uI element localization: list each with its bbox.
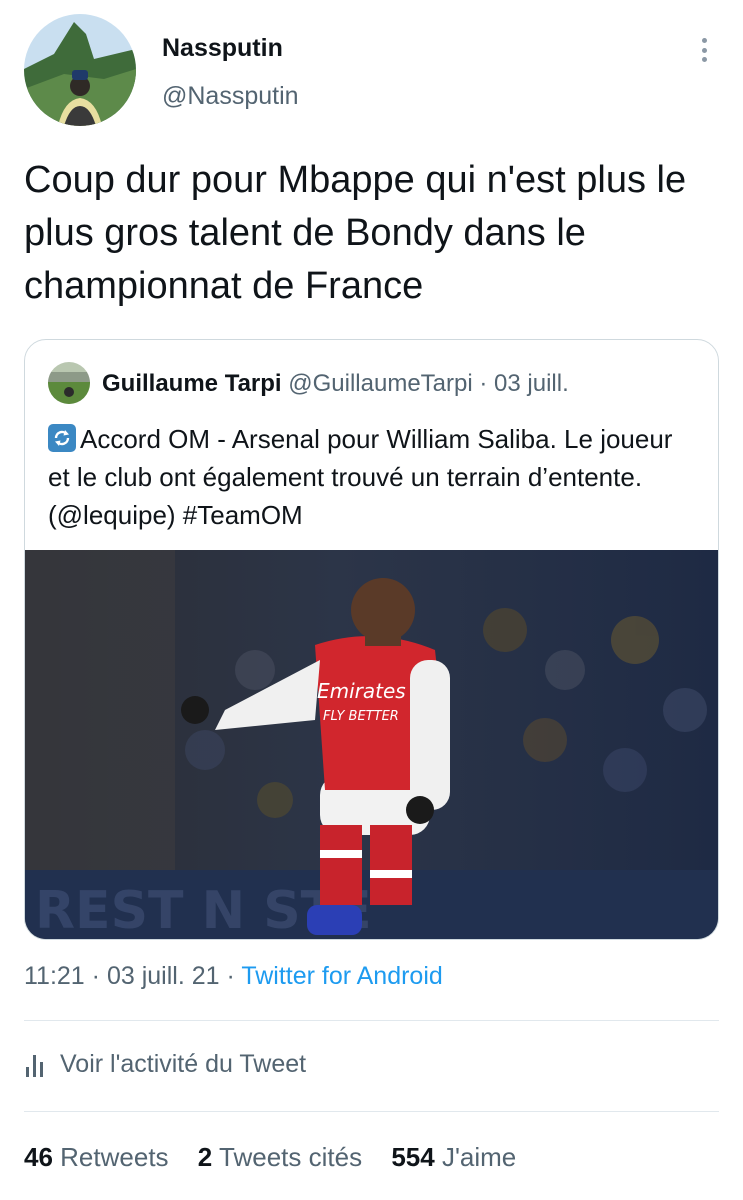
likes-stat[interactable]: 554 J'aime: [391, 1142, 516, 1172]
retweets-stat[interactable]: 46 Retweets: [24, 1142, 169, 1172]
tweet-time[interactable]: 11:21: [24, 962, 85, 990]
quoted-author-name[interactable]: Guillaume Tarpi: [102, 370, 282, 397]
author-avatar[interactable]: [24, 14, 136, 126]
tweet-text: Coup dur pour Mbappe qui n'est plus le p…: [24, 159, 687, 307]
author-name[interactable]: Nassputin: [162, 34, 283, 63]
quoted-tweet-photo[interactable]: REST N STE Emirates FLY BETTER: [25, 550, 718, 939]
quoted-tweet[interactable]: Guillaume Tarpi @GuillaumeTarpi · 03 jui…: [24, 339, 719, 940]
more-options-icon[interactable]: [689, 34, 719, 66]
quote-tweets-count: 2: [197, 1142, 213, 1172]
tweet-meta: 11:21 · 03 juill. 21 · Twitter for Andro…: [24, 962, 443, 991]
separator: ·: [91, 962, 100, 990]
quoted-tweet-header: Guillaume Tarpi @GuillaumeTarpi · 03 jui…: [102, 370, 569, 398]
tweet-source-link[interactable]: Twitter for Android: [241, 962, 442, 990]
sync-icon: [48, 424, 76, 452]
quote-tweets-label: Tweets cités: [219, 1142, 363, 1172]
quote-tweets-stat[interactable]: 2 Tweets cités: [198, 1142, 362, 1172]
likes-count: 554: [391, 1142, 435, 1172]
quoted-date[interactable]: 03 juill.: [494, 370, 569, 397]
author-handle[interactable]: @Nassputin: [162, 82, 299, 111]
divider: [24, 1020, 719, 1021]
quoted-tweet-text-block: Accord OM - Arsenal pour William Saliba.…: [48, 420, 698, 534]
likes-label: J'aime: [441, 1142, 517, 1172]
tweet-stats: 46 Retweets 2 Tweets cités 554 J'aime: [24, 1142, 538, 1173]
tweet-activity-link[interactable]: Voir l'activité du Tweet: [24, 1050, 306, 1079]
tweet-header: Nassputin @Nassputin: [24, 14, 719, 126]
divider: [24, 1111, 719, 1112]
jersey-sponsor-tagline: FLY BETTER: [323, 709, 399, 724]
quoted-author-handle[interactable]: @GuillaumeTarpi: [288, 370, 472, 397]
analytics-icon: [24, 1053, 46, 1077]
quoted-author-avatar[interactable]: [48, 362, 90, 404]
jersey-sponsor-text: Emirates: [317, 679, 406, 703]
separator: ·: [479, 370, 488, 397]
tweet-activity-label: Voir l'activité du Tweet: [60, 1050, 307, 1078]
quoted-tweet-text: Accord OM - Arsenal pour William Saliba.…: [48, 424, 673, 530]
separator: ·: [226, 962, 235, 990]
retweets-label: Retweets: [60, 1142, 169, 1172]
tweet-date[interactable]: 03 juill. 21: [107, 962, 220, 990]
retweets-count: 46: [24, 1142, 53, 1172]
